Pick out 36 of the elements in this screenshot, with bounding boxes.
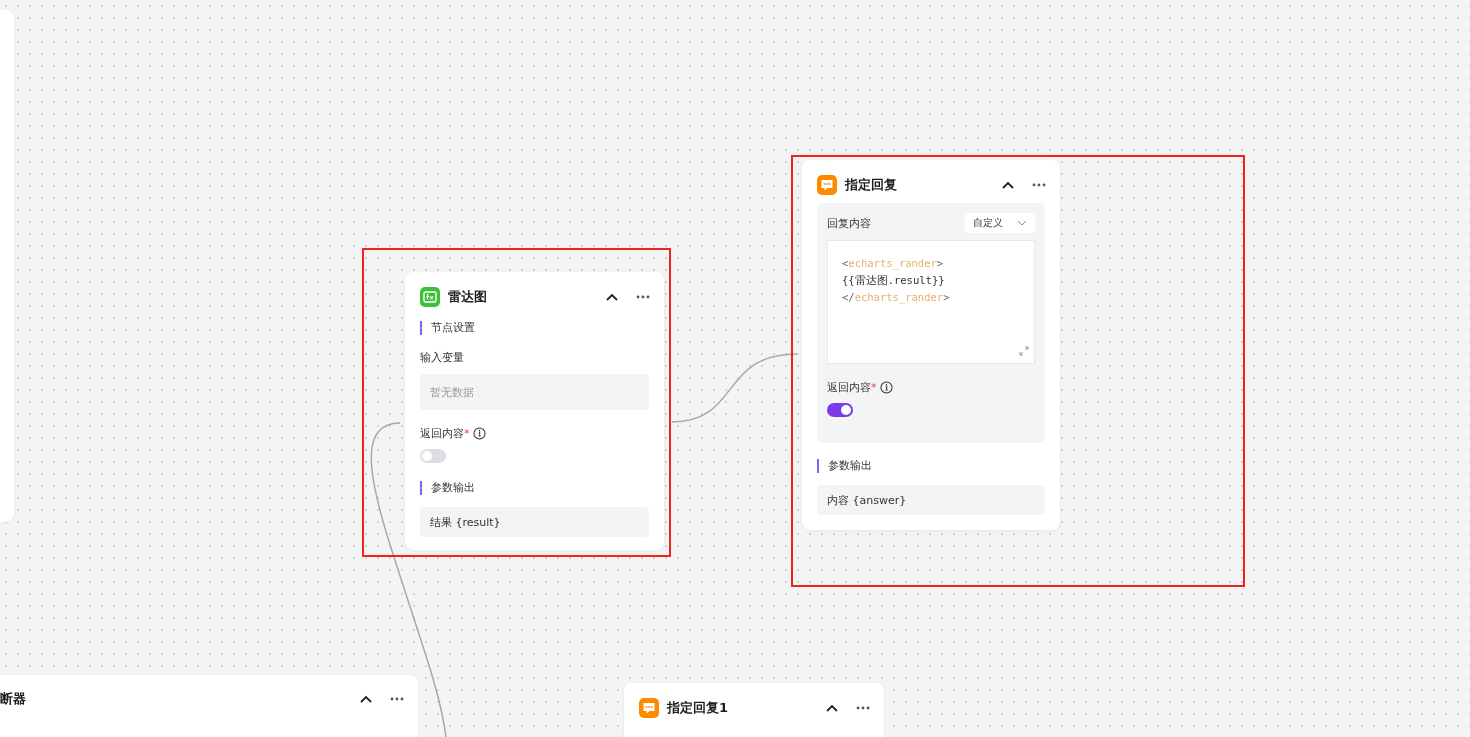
- collapse-icon[interactable]: [606, 293, 618, 301]
- more-icon[interactable]: [1032, 183, 1046, 187]
- code-line: </echarts_rander>: [842, 290, 950, 306]
- field-label: 返回内容*: [827, 380, 877, 395]
- select-dropdown[interactable]: 自定义: [965, 213, 1035, 233]
- collapse-icon[interactable]: [360, 695, 372, 703]
- output-variable: 结果 {result}: [420, 507, 649, 537]
- code-line: {{雷达图.result}}: [842, 273, 945, 288]
- more-icon[interactable]: [856, 706, 870, 710]
- code-line: <echarts_rander>: [842, 256, 944, 272]
- field-label: 回复内容: [827, 215, 871, 231]
- collapse-icon[interactable]: [1002, 181, 1014, 189]
- field-label: 返回内容*: [420, 426, 470, 441]
- node-title: 指定回复: [845, 176, 898, 194]
- output-variable: 内容 {answer}: [817, 485, 1045, 515]
- section-heading: 参数输出: [420, 481, 649, 495]
- code-editor[interactable]: <echarts_rander> {{雷达图.result}} </echarts_rander>: [827, 240, 1035, 364]
- more-icon[interactable]: [390, 697, 404, 701]
- field-label: 输入变量: [420, 350, 465, 365]
- toggle-switch[interactable]: [420, 449, 446, 463]
- section-heading: 节点设置: [420, 321, 649, 335]
- chat-icon: [817, 175, 837, 195]
- toggle-switch[interactable]: [827, 403, 853, 417]
- info-icon: [879, 381, 893, 394]
- node-title: 指定回复1: [667, 699, 730, 717]
- placeholder-text: 暂无数据: [430, 384, 474, 400]
- section-heading: 参数输出: [817, 459, 1045, 473]
- function-icon: [420, 287, 440, 307]
- node-title: 雷达图: [448, 288, 488, 306]
- caret-icon: [1017, 220, 1027, 226]
- more-icon[interactable]: [636, 295, 650, 299]
- node-title: 断器: [0, 690, 27, 708]
- expand-icon[interactable]: [1019, 346, 1029, 356]
- info-icon: [472, 427, 486, 440]
- chat-icon: [639, 698, 659, 718]
- collapse-icon[interactable]: [826, 704, 838, 712]
